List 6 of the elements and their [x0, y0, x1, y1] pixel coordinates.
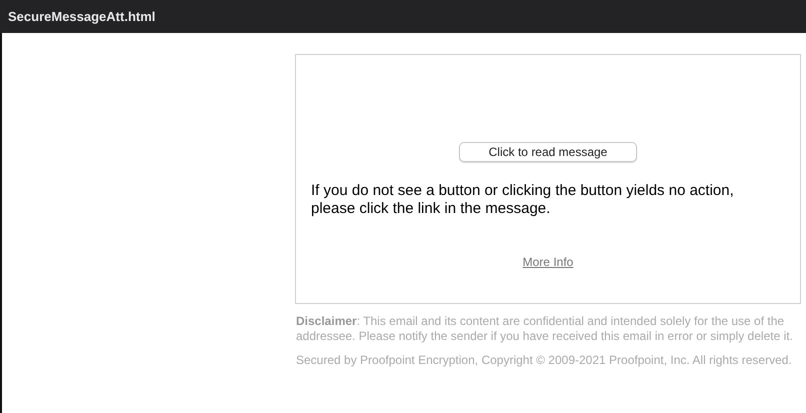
copyright-text: Secured by Proofpoint Encryption, Copyright © 2009-2021 Proofpoint, Inc. All rights reserved. — [296, 353, 793, 368]
window-title: SecureMessageAtt.html — [8, 9, 156, 24]
read-message-button[interactable]: Click to read message — [459, 142, 637, 162]
more-info-link[interactable]: More Info — [522, 255, 574, 269]
disclaimer-text: Disclaimer: This email and its content are confidential and intended solely for the use of the addressee. Please notify the sender if you have received this email in error or simply delete it. — [296, 314, 794, 344]
instruction-text: If you do not see a button or clicking the button yields no action, please click the link in the message. — [311, 182, 735, 218]
